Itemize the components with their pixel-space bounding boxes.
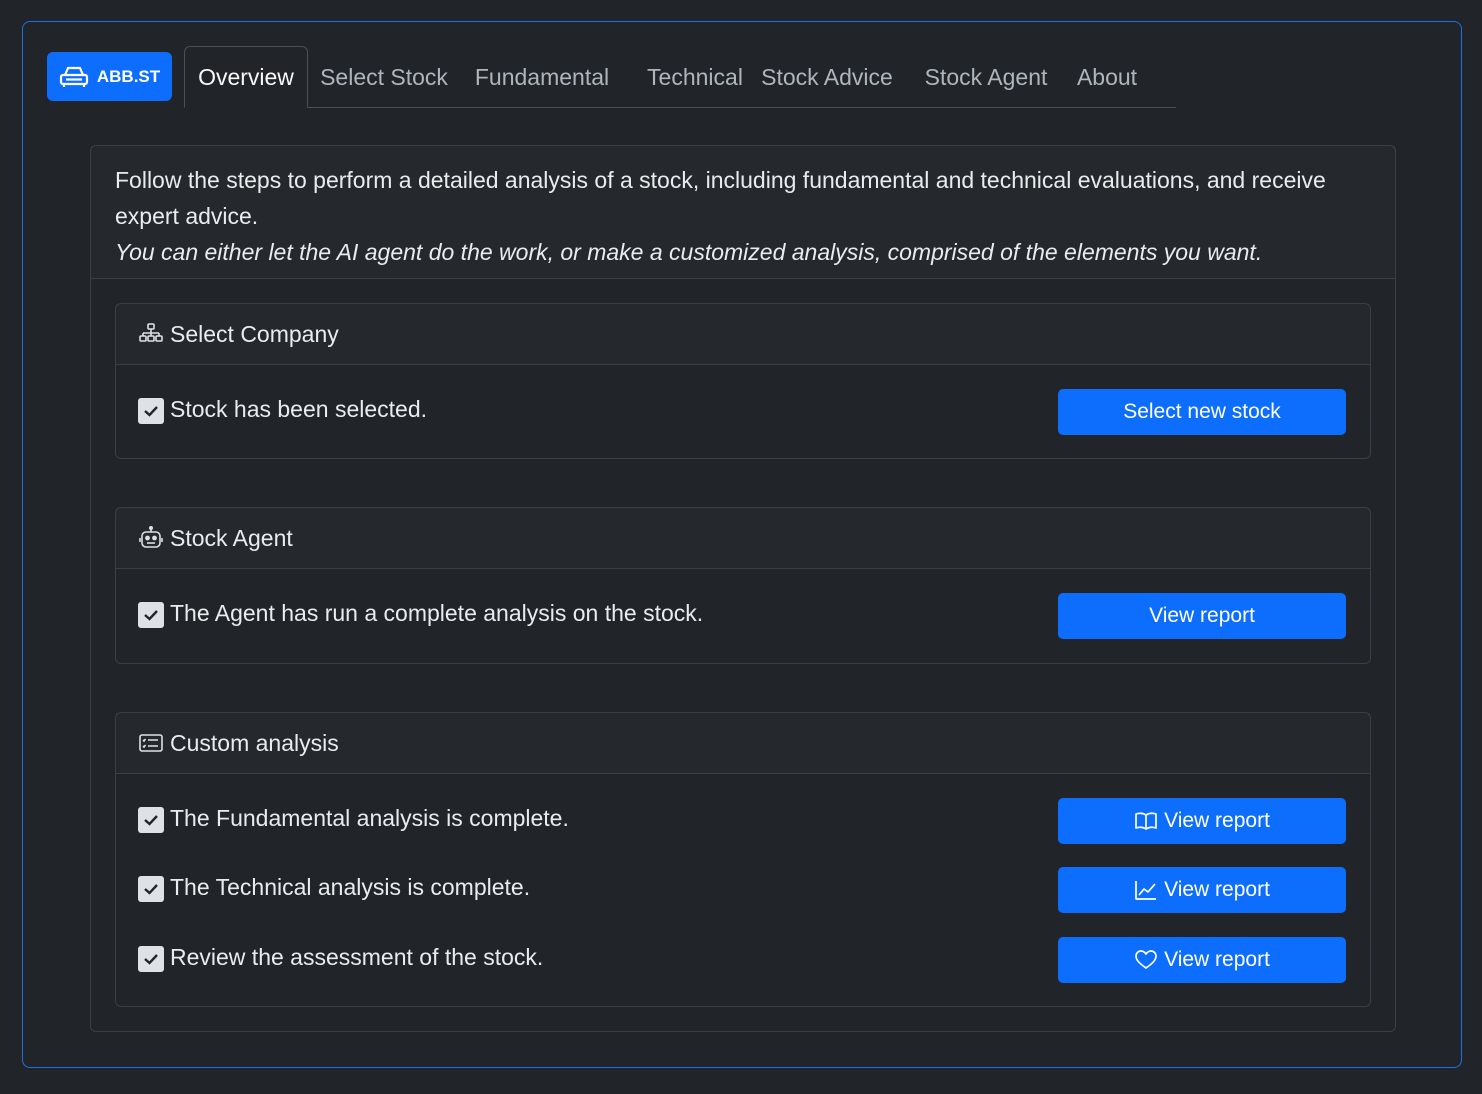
section-select-company: Select Company Stock has been selected. …	[115, 303, 1371, 459]
button-label: View report	[1164, 948, 1270, 971]
button-label: View report	[1164, 809, 1270, 832]
section-header: Stock Agent	[116, 508, 1370, 569]
tab-select-stock[interactable]: Select Stock	[311, 46, 457, 108]
status-text: The Fundamental analysis is complete.	[170, 805, 569, 831]
intro-italic-text: You can either let the AI agent do the w…	[115, 239, 1263, 265]
section-stock-agent: Stock Agent The Agent has run a complete…	[115, 507, 1371, 664]
diagram-icon	[139, 323, 163, 342]
section-title: Custom analysis	[170, 729, 339, 756]
section-header: Select Company	[116, 304, 1370, 365]
status-row: Review the assessment of the stock. View…	[116, 937, 1370, 983]
status-text: Review the assessment of the stock.	[170, 944, 544, 970]
status-row: The Technical analysis is complete. View…	[116, 867, 1370, 913]
check-icon	[144, 954, 158, 965]
button-label: Select new stock	[1123, 400, 1281, 423]
status-row: Stock has been selected. Select new stoc…	[116, 389, 1370, 435]
button-label: View report	[1164, 878, 1270, 901]
select-new-stock-button[interactable]: Select new stock	[1058, 389, 1346, 435]
intro-header: Follow the steps to perform a detailed a…	[91, 146, 1395, 279]
checkbox[interactable]	[138, 398, 164, 424]
status-text: The Agent has run a complete analysis on…	[170, 600, 704, 626]
intro-text: Follow the steps to perform a detailed a…	[115, 167, 1326, 229]
tab-stock-advice[interactable]: Stock Advice	[753, 46, 901, 108]
status-text: The Technical analysis is complete.	[170, 874, 531, 900]
tab-technical[interactable]: Technical	[630, 46, 760, 108]
tab-overview[interactable]: Overview	[184, 46, 308, 108]
brand-label: ABB.ST	[96, 66, 161, 86]
checkbox[interactable]	[138, 807, 164, 833]
status-text: Stock has been selected.	[170, 396, 427, 422]
checkbox[interactable]	[138, 602, 164, 628]
car-icon	[59, 66, 88, 87]
overview-card: Follow the steps to perform a detailed a…	[90, 145, 1396, 1032]
graph-icon	[1135, 881, 1157, 900]
tab-fundamental[interactable]: Fundamental	[464, 46, 620, 108]
check-icon	[144, 610, 158, 621]
status-row: The Fundamental analysis is complete. Vi…	[116, 798, 1370, 844]
nav-tabs: ABB.ST Overview Select Stock Fundamental…	[47, 46, 1176, 109]
card-list-icon	[139, 734, 163, 752]
check-icon	[144, 884, 158, 895]
tab-stock-agent[interactable]: Stock Agent	[913, 46, 1059, 108]
view-technical-report-button[interactable]: View report	[1058, 867, 1346, 913]
checkbox[interactable]	[138, 876, 164, 902]
view-fundamental-report-button[interactable]: View report	[1058, 798, 1346, 844]
section-header: Custom analysis	[116, 713, 1370, 774]
robot-icon	[139, 526, 163, 548]
checkbox[interactable]	[138, 946, 164, 972]
section-custom-analysis: Custom analysis The Fundamental analysis…	[115, 712, 1371, 1007]
tab-about[interactable]: About	[1069, 46, 1145, 108]
button-label: View report	[1149, 604, 1255, 627]
view-agent-report-button[interactable]: View report	[1058, 593, 1346, 639]
status-row: The Agent has run a complete analysis on…	[116, 593, 1370, 639]
section-title: Select Company	[170, 320, 339, 347]
check-icon	[144, 406, 158, 417]
heart-icon	[1135, 950, 1157, 969]
section-title: Stock Agent	[170, 524, 293, 551]
book-icon	[1135, 812, 1157, 830]
view-advice-report-button[interactable]: View report	[1058, 937, 1346, 983]
check-icon	[144, 815, 158, 826]
app-frame: ABB.ST Overview Select Stock Fundamental…	[22, 21, 1462, 1068]
brand-button[interactable]: ABB.ST	[47, 52, 172, 101]
